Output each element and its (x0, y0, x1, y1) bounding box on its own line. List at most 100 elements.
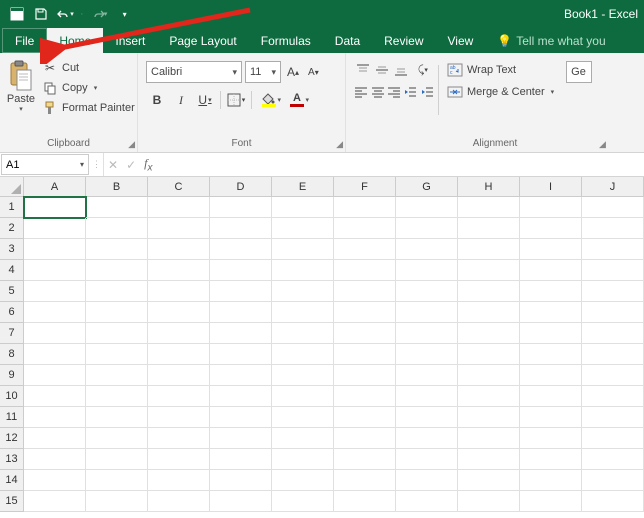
cell[interactable] (396, 407, 458, 428)
cell[interactable] (334, 491, 396, 512)
cell[interactable] (24, 281, 86, 302)
cell[interactable] (520, 260, 582, 281)
copy-button[interactable]: Copy ▾ (40, 79, 137, 97)
cell[interactable] (86, 449, 148, 470)
cancel-icon[interactable]: ✕ (108, 158, 118, 172)
name-box[interactable]: A1 ▾ (1, 154, 89, 175)
cell[interactable] (24, 239, 86, 260)
cell[interactable] (272, 281, 334, 302)
cell[interactable] (458, 197, 520, 218)
cell[interactable] (272, 491, 334, 512)
cell[interactable] (86, 407, 148, 428)
cells-area[interactable] (24, 197, 644, 512)
cell[interactable] (334, 197, 396, 218)
cell[interactable] (458, 218, 520, 239)
cell[interactable] (210, 197, 272, 218)
column-header[interactable]: E (272, 177, 334, 197)
cell[interactable] (86, 470, 148, 491)
align-top-button[interactable] (354, 61, 371, 79)
cell[interactable] (272, 428, 334, 449)
decrease-font-size-button[interactable]: A▾ (305, 67, 322, 78)
cell[interactable] (334, 239, 396, 260)
font-color-button[interactable]: A ▾ (284, 89, 310, 111)
cell[interactable] (334, 386, 396, 407)
fill-color-button[interactable]: ▾ (256, 89, 282, 111)
tab-page-layout[interactable]: Page Layout (157, 28, 248, 53)
cell[interactable] (334, 344, 396, 365)
cell[interactable] (86, 302, 148, 323)
cell[interactable] (148, 302, 210, 323)
cell[interactable] (582, 239, 644, 260)
font-dialog-launcher-icon[interactable]: ◢ (336, 139, 343, 150)
cell[interactable] (24, 386, 86, 407)
cell[interactable] (458, 386, 520, 407)
cell[interactable] (272, 197, 334, 218)
column-header[interactable]: H (458, 177, 520, 197)
cell[interactable] (458, 365, 520, 386)
cell[interactable] (148, 344, 210, 365)
column-header[interactable]: I (520, 177, 582, 197)
cell[interactable] (86, 281, 148, 302)
cell[interactable] (520, 428, 582, 449)
cell[interactable] (334, 428, 396, 449)
increase-font-size-button[interactable]: A▴ (284, 65, 302, 79)
cell[interactable] (210, 365, 272, 386)
cell[interactable] (520, 365, 582, 386)
cell[interactable] (210, 470, 272, 491)
increase-indent-button[interactable] (420, 83, 434, 101)
cell[interactable] (582, 260, 644, 281)
cell[interactable] (396, 218, 458, 239)
cell[interactable] (396, 491, 458, 512)
cell[interactable] (396, 197, 458, 218)
cell[interactable] (582, 470, 644, 491)
cell[interactable] (582, 491, 644, 512)
cell[interactable] (334, 260, 396, 281)
format-painter-button[interactable]: Format Painter (40, 99, 137, 117)
cell[interactable] (210, 386, 272, 407)
cell[interactable] (582, 344, 644, 365)
cell[interactable] (520, 344, 582, 365)
cell[interactable] (24, 197, 86, 218)
cell[interactable] (520, 470, 582, 491)
cell[interactable] (272, 302, 334, 323)
cell[interactable] (582, 281, 644, 302)
cell[interactable] (86, 239, 148, 260)
cell[interactable] (458, 449, 520, 470)
cell[interactable] (148, 428, 210, 449)
cell[interactable] (582, 323, 644, 344)
cell[interactable] (458, 428, 520, 449)
cell[interactable] (86, 365, 148, 386)
cell[interactable] (272, 470, 334, 491)
row-header[interactable]: 7 (0, 323, 24, 344)
cut-button[interactable]: ✂ Cut (40, 59, 137, 77)
cell[interactable] (396, 470, 458, 491)
wrap-text-button[interactable]: abc Wrap Text (443, 61, 558, 79)
cell[interactable] (520, 281, 582, 302)
orientation-button[interactable]: ⤹▾ (412, 61, 434, 79)
cell[interactable] (582, 386, 644, 407)
row-header[interactable]: 10 (0, 386, 24, 407)
paste-button[interactable]: Paste ▾ (6, 57, 36, 136)
cell[interactable] (458, 407, 520, 428)
row-header[interactable]: 4 (0, 260, 24, 281)
cell[interactable] (582, 407, 644, 428)
cell[interactable] (520, 386, 582, 407)
cell[interactable] (272, 407, 334, 428)
column-header[interactable]: B (86, 177, 148, 197)
select-all-corner[interactable] (0, 177, 24, 197)
cell[interactable] (396, 323, 458, 344)
cell[interactable] (396, 239, 458, 260)
row-header[interactable]: 2 (0, 218, 24, 239)
tab-data[interactable]: Data (323, 28, 372, 53)
align-bottom-button[interactable] (392, 61, 409, 79)
cell[interactable] (272, 323, 334, 344)
cell[interactable] (210, 239, 272, 260)
column-header[interactable]: D (210, 177, 272, 197)
cell[interactable] (396, 386, 458, 407)
cell[interactable] (148, 239, 210, 260)
cell[interactable] (582, 302, 644, 323)
column-header[interactable]: A (24, 177, 86, 197)
cell[interactable] (148, 491, 210, 512)
cell[interactable] (148, 323, 210, 344)
cell[interactable] (334, 365, 396, 386)
